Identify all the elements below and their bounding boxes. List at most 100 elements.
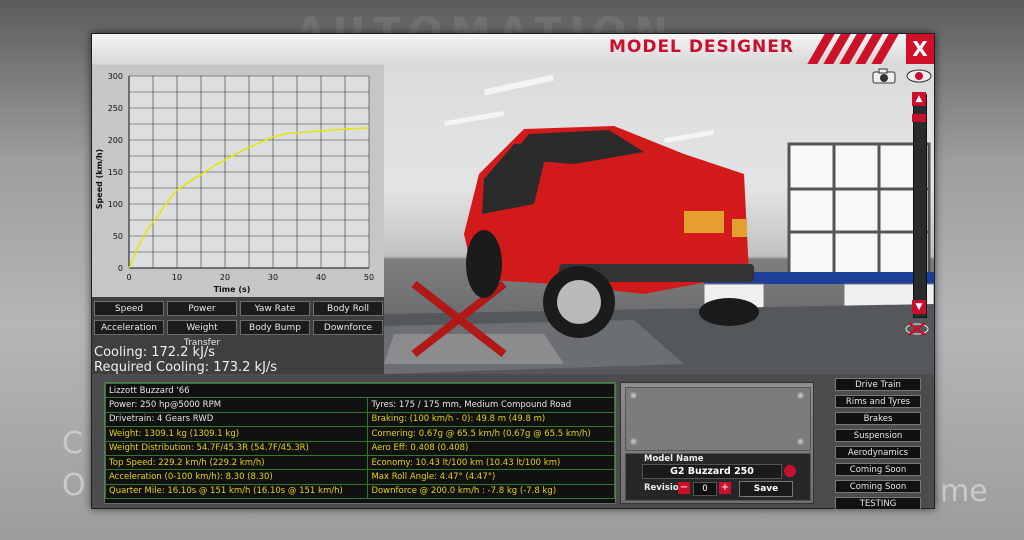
x-axis-label: Time (s) xyxy=(214,285,251,294)
model-panel: Model Name G2 Buzzard 250 Revision − 0 +… xyxy=(620,382,814,504)
x-tick-label: 10 xyxy=(172,273,182,282)
stat-left: Acceleration (0-100 km/h): 8.30 (8.30) xyxy=(104,469,369,485)
stat-left: Top Speed: 229.2 km/h (229.2 km/h) xyxy=(104,454,369,471)
camera-icon[interactable] xyxy=(872,68,896,84)
y-tick-label: 250 xyxy=(108,104,123,113)
garage-window xyxy=(787,142,931,276)
zoom-slider-thumb[interactable] xyxy=(912,114,926,122)
graph-button-yaw-rate[interactable]: Yaw Rate xyxy=(240,301,310,316)
cooling-value: Cooling: 172.2 kJ/s xyxy=(94,345,216,360)
stat-right: Max Roll Angle: 4.47° (4.47°) xyxy=(367,469,615,485)
model-panel-top xyxy=(625,387,811,451)
model-panel-form: Model Name G2 Buzzard 250 Revision − 0 +… xyxy=(625,453,811,501)
sidebar-item-drive-train[interactable]: Drive Train xyxy=(835,378,921,391)
stats-table: Lizzott Buzzard '66 Power: 250 hp@5000 R… xyxy=(104,382,616,504)
x-tick-label: 50 xyxy=(364,273,374,282)
x-tick-label: 0 xyxy=(126,273,131,282)
background-letter-c: C xyxy=(62,426,83,461)
stat-right: Aero Eff: 0.408 (0.408) xyxy=(367,440,615,456)
graph-button-speed[interactable]: Speed xyxy=(94,301,164,316)
graph-button-power[interactable]: Power xyxy=(167,301,237,316)
revision-value: 0 xyxy=(693,482,717,496)
stats-row: Acceleration (0-100 km/h): 8.30 (8.30) Ma… xyxy=(104,469,615,485)
car-title: Lizzott Buzzard '66 xyxy=(105,382,615,399)
background-letter-o: O xyxy=(62,468,86,503)
designer-sidebar: Drive Train Rims and Tyres Brakes Suspen… xyxy=(829,376,931,510)
revision-plus-button[interactable]: + xyxy=(719,482,731,494)
car-model xyxy=(464,126,759,338)
stats-row: Weight: 1309.1 kg (1309.1 kg) Cornering: … xyxy=(104,426,615,442)
stats-row: Power: 250 hp@5000 RPM Tyres: 175 / 175 m… xyxy=(104,397,615,413)
stat-right: Braking: (100 km/h - 0): 49.8 m (49.8 m) xyxy=(367,411,615,428)
graph-mode-buttons: Speed Power Yaw Rate Body Roll Accelerat… xyxy=(92,299,384,348)
y-tick-label: 150 xyxy=(108,168,123,177)
sidebar-item-testing[interactable]: TESTING xyxy=(835,497,921,510)
stat-left: Power: 250 hp@5000 RPM xyxy=(104,397,369,413)
y-tick-label: 300 xyxy=(108,72,123,81)
x-tick-label: 30 xyxy=(268,273,278,282)
hide-view-icon[interactable] xyxy=(904,321,930,337)
graph-button-body-bump[interactable]: Body Bump xyxy=(240,320,310,335)
stats-grid: Lizzott Buzzard '66 Power: 250 hp@5000 R… xyxy=(104,382,615,500)
required-cooling-value: Required Cooling: 173.2 kJ/s xyxy=(94,360,278,375)
y-axis-label: Speed (km/h) xyxy=(95,149,104,209)
zoom-up-icon[interactable]: ▲ xyxy=(912,92,926,106)
stats-row: Drivetrain: 4 Gears RWD Braking: (100 km/… xyxy=(104,411,615,428)
model-name-label: Model Name xyxy=(644,454,704,464)
stat-right: Economy: 10.43 lt/100 km (10.43 lt/100 k… xyxy=(367,454,615,471)
stat-right: Downforce @ 200.0 km/h : -7.8 kg (-7.8 k… xyxy=(367,483,615,500)
close-button[interactable]: X xyxy=(906,34,934,64)
bottom-panel: Lizzott Buzzard '66 Power: 250 hp@5000 R… xyxy=(92,374,934,510)
zoom-down-icon[interactable]: ▼ xyxy=(912,300,926,314)
graph-button-weight-transfer[interactable]: Weight Transfer xyxy=(167,320,237,348)
car-viewport[interactable] xyxy=(384,64,934,374)
cooling-readout: Cooling: 172.2 kJ/s Required Cooling: 17… xyxy=(94,345,277,375)
sidebar-item-coming-soon-1[interactable]: Coming Soon xyxy=(835,463,921,476)
refresh-icon[interactable] xyxy=(784,465,796,477)
stat-left: Quarter Mile: 16.10s @ 151 km/h (16.10s … xyxy=(104,483,369,500)
title-bar: MODEL DESIGNER X xyxy=(92,34,934,65)
eye-icon[interactable] xyxy=(906,68,932,84)
stat-right: Cornering: 0.67g @ 65.5 km/h (0.67g @ 65… xyxy=(367,426,615,442)
graph-button-body-roll[interactable]: Body Roll xyxy=(313,301,383,316)
graph-button-downforce[interactable]: Downforce xyxy=(313,320,383,335)
screw xyxy=(630,392,637,399)
save-button[interactable]: Save xyxy=(739,481,793,497)
ceiling-light xyxy=(484,74,554,96)
stats-row: Weight Distribution: 54.7F/45.3R (54.7F/… xyxy=(104,440,615,456)
screw xyxy=(797,438,804,445)
stat-right: Tyres: 175 / 175 mm, Medium Compound Roa… xyxy=(367,397,615,413)
speed-chart: 0 10 20 30 40 50 0 50 100 150 200 250 300 Time (s) S… xyxy=(95,72,374,294)
stats-row: Top Speed: 229.2 km/h (229.2 km/h) Econom… xyxy=(104,454,615,471)
background-text-me: me xyxy=(940,474,988,509)
revision-minus-button[interactable]: − xyxy=(678,482,690,494)
sidebar-item-aerodynamics[interactable]: Aerodynamics xyxy=(835,446,921,459)
y-tick-label: 200 xyxy=(108,136,123,145)
chart-grid xyxy=(128,75,370,269)
ceiling-light xyxy=(444,110,505,127)
stat-left: Weight: 1309.1 kg (1309.1 kg) xyxy=(104,426,369,442)
garage-scene xyxy=(384,74,934,374)
screw xyxy=(797,392,804,399)
stats-row: Quarter Mile: 16.10s @ 151 km/h (16.10s … xyxy=(104,483,615,500)
sidebar-item-coming-soon-2[interactable]: Coming Soon xyxy=(835,480,921,493)
sidebar-item-rims-and-tyres[interactable]: Rims and Tyres xyxy=(835,395,921,408)
stat-left: Drivetrain: 4 Gears RWD xyxy=(104,411,369,428)
y-tick-label: 0 xyxy=(118,264,123,273)
screw xyxy=(630,438,637,445)
sidebar-item-brakes[interactable]: Brakes xyxy=(835,412,921,425)
graph-button-acceleration[interactable]: Acceleration xyxy=(94,320,164,335)
x-tick-label: 20 xyxy=(220,273,230,282)
y-tick-label: 50 xyxy=(113,232,123,241)
zoom-scrollbar[interactable] xyxy=(913,94,927,318)
y-tick-label: 100 xyxy=(108,200,123,209)
ceiling-light xyxy=(664,129,715,144)
model-name-input[interactable]: G2 Buzzard 250 xyxy=(642,464,782,479)
car-lift-base xyxy=(384,334,564,364)
stat-left: Weight Distribution: 54.7F/45.3R (54.7F/… xyxy=(104,440,369,456)
sidebar-item-suspension[interactable]: Suspension xyxy=(835,429,921,442)
x-tick-label: 40 xyxy=(316,273,326,282)
model-designer-window: MODEL DESIGNER X 0 10 20 30 40 50 0 50 100 150 200… xyxy=(91,33,935,510)
graph-panel: 0 10 20 30 40 50 0 50 100 150 200 250 300 Time (s) S… xyxy=(92,64,384,297)
window-title: MODEL DESIGNER xyxy=(608,37,794,57)
